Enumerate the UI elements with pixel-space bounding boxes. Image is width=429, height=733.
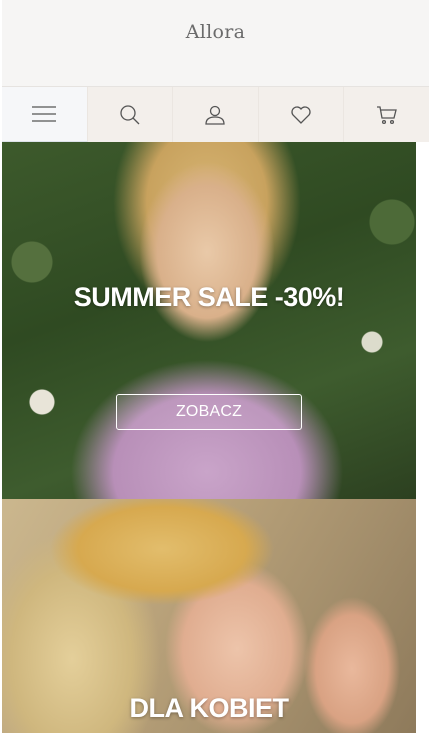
account-icon — [205, 105, 226, 125]
cart-button[interactable] — [344, 87, 429, 142]
promo-banner-title: SUMMER SALE -30%! — [73, 282, 345, 312]
wishlist-heart-icon — [291, 105, 311, 124]
see-more-button[interactable]: ZOBACZ — [116, 394, 302, 430]
page: Allora SUMMER SALE -30%! ZOBACZ DLA KOBI… — [2, 0, 429, 733]
category-banner-title: DLA KOBIET — [129, 693, 290, 723]
wishlist-button[interactable] — [259, 87, 345, 142]
menu-icon — [32, 106, 57, 122]
category-banner-women[interactable]: DLA KOBIET — [2, 499, 416, 733]
search-button[interactable] — [88, 87, 174, 142]
search-icon — [120, 104, 140, 124]
cart-icon — [376, 105, 397, 124]
toolbar — [2, 87, 429, 142]
site-header: Allora — [2, 0, 429, 87]
site-logo[interactable]: Allora — [186, 21, 246, 43]
promo-banner-summer-sale[interactable]: SUMMER SALE -30%! ZOBACZ — [2, 142, 416, 499]
account-button[interactable] — [173, 87, 259, 142]
menu-button[interactable] — [2, 87, 88, 142]
